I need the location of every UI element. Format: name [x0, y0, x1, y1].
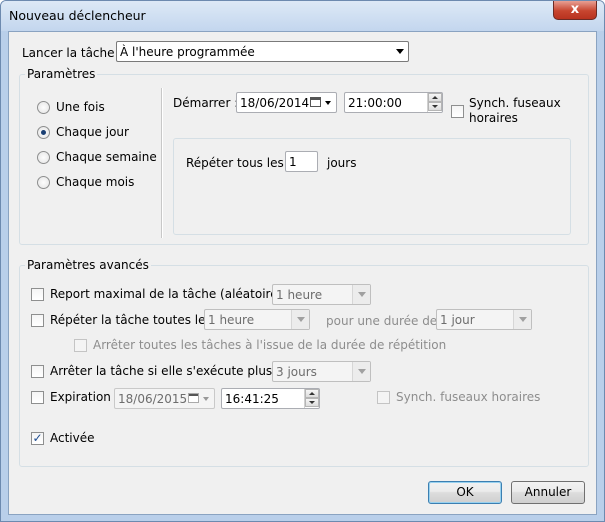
- repeat-interval-value: 1 heure: [208, 313, 255, 327]
- radio-monthly-label[interactable]: Chaque mois: [56, 175, 134, 189]
- ok-button[interactable]: OK: [428, 481, 502, 504]
- stop-task-checkbox[interactable]: [31, 365, 44, 378]
- chevron-down-icon: [297, 317, 305, 322]
- expiration-time-field[interactable]: 16:41:25: [221, 388, 320, 409]
- delay-select-value: 1 heure: [276, 288, 323, 302]
- spin-down-icon[interactable]: [305, 398, 319, 407]
- expiration-time-spinner[interactable]: [304, 389, 319, 408]
- close-button[interactable]: x: [553, 1, 597, 20]
- check-icon: ✓: [32, 431, 43, 445]
- sync-timezones-checkbox[interactable]: [451, 105, 464, 118]
- spin-up-icon[interactable]: [305, 389, 319, 398]
- stop-task-select-value: 3 jours: [276, 365, 317, 379]
- chevron-down-icon: [203, 397, 209, 401]
- duration-select-value: 1 jour: [440, 313, 475, 327]
- date-picker-button[interactable]: [308, 93, 332, 112]
- dialog-window: Nouveau déclencheur x Lancer la tâche : …: [0, 0, 605, 522]
- radio-monthly[interactable]: [37, 176, 50, 189]
- radio-daily[interactable]: [37, 126, 50, 139]
- start-time-field[interactable]: 21:00:00: [344, 92, 443, 113]
- settings-group-title: Paramètres: [25, 67, 98, 81]
- expiration-sync-checkbox[interactable]: [377, 391, 390, 404]
- settings-divider: [161, 88, 163, 238]
- calendar-icon: [188, 393, 199, 403]
- expiration-date-field[interactable]: 18/06/2015: [114, 388, 215, 409]
- repeat-task-checkbox[interactable]: [31, 314, 44, 327]
- expiration-time-value: 16:41:25: [225, 392, 279, 406]
- daily-options-frame: [173, 138, 571, 235]
- start-date-field[interactable]: 18/06/2014: [236, 92, 337, 113]
- repeat-task-label[interactable]: Répéter la tâche toutes les :: [50, 313, 220, 327]
- dialog-client: Lancer la tâche : À l'heure programmée P…: [8, 31, 597, 515]
- delay-select[interactable]: 1 heure: [272, 284, 371, 305]
- chevron-down-icon: [519, 317, 527, 322]
- spin-down-icon[interactable]: [428, 102, 442, 111]
- duration-label: pour une durée de :: [326, 314, 446, 328]
- expiration-sync-label[interactable]: Synch. fuseaux horaires: [396, 390, 540, 404]
- stop-task-select[interactable]: 3 jours: [272, 361, 371, 382]
- expiration-label[interactable]: Expiration :: [50, 390, 119, 404]
- chevron-down-icon: [358, 292, 366, 297]
- enabled-label[interactable]: Activée: [50, 431, 95, 445]
- start-time-spinner[interactable]: [427, 93, 442, 112]
- cancel-button[interactable]: Annuler: [511, 481, 585, 504]
- calendar-icon: [310, 97, 321, 107]
- window-title: Nouveau déclencheur: [9, 8, 146, 23]
- repeat-every-unit: jours: [327, 156, 357, 170]
- chevron-down-icon: [325, 101, 331, 105]
- radio-weekly[interactable]: [37, 151, 50, 164]
- repeat-every-value: 1: [289, 155, 297, 169]
- chevron-down-icon: [396, 49, 404, 54]
- sync-timezones-label-2[interactable]: horaires: [469, 111, 518, 125]
- delay-checkbox[interactable]: [31, 288, 44, 301]
- launch-label: Lancer la tâche :: [22, 46, 123, 60]
- advanced-settings-title: Paramètres avancés: [25, 258, 151, 272]
- start-time-value: 21:00:00: [348, 96, 402, 110]
- close-icon: x: [570, 2, 580, 17]
- stop-all-label[interactable]: Arrêter toutes les tâches à l'issue de l…: [93, 338, 446, 352]
- launch-select-value: À l'heure programmée: [120, 45, 255, 59]
- expiration-date-picker[interactable]: [186, 389, 210, 408]
- enabled-checkbox[interactable]: ✓: [31, 432, 44, 445]
- delay-label[interactable]: Report maximal de la tâche (aléatoire) :: [50, 287, 290, 301]
- radio-daily-label[interactable]: Chaque jour: [56, 125, 129, 139]
- repeat-interval-select[interactable]: 1 heure: [204, 309, 310, 330]
- stop-task-label[interactable]: Arrêter la tâche si elle s'exécute plus …: [50, 364, 299, 378]
- sync-timezones-label-1[interactable]: Synch. fuseaux: [469, 96, 561, 110]
- radio-weekly-label[interactable]: Chaque semaine: [56, 150, 157, 164]
- spin-up-icon[interactable]: [428, 93, 442, 102]
- radio-once[interactable]: [37, 101, 50, 114]
- radio-once-label[interactable]: Une fois: [56, 100, 105, 114]
- launch-select[interactable]: À l'heure programmée: [116, 41, 409, 62]
- chevron-down-icon: [358, 369, 366, 374]
- stop-all-checkbox[interactable]: [74, 339, 87, 352]
- expiration-checkbox[interactable]: [31, 391, 44, 404]
- expiration-date-value: 18/06/2015: [118, 392, 188, 406]
- start-date-value: 18/06/2014: [240, 96, 310, 110]
- start-label: Démarrer :: [173, 96, 239, 110]
- title-bar[interactable]: Nouveau déclencheur x: [1, 1, 604, 31]
- duration-select[interactable]: 1 jour: [436, 309, 532, 330]
- repeat-every-field[interactable]: 1: [285, 151, 318, 172]
- repeat-every-label: Répéter tous les :: [186, 156, 292, 170]
